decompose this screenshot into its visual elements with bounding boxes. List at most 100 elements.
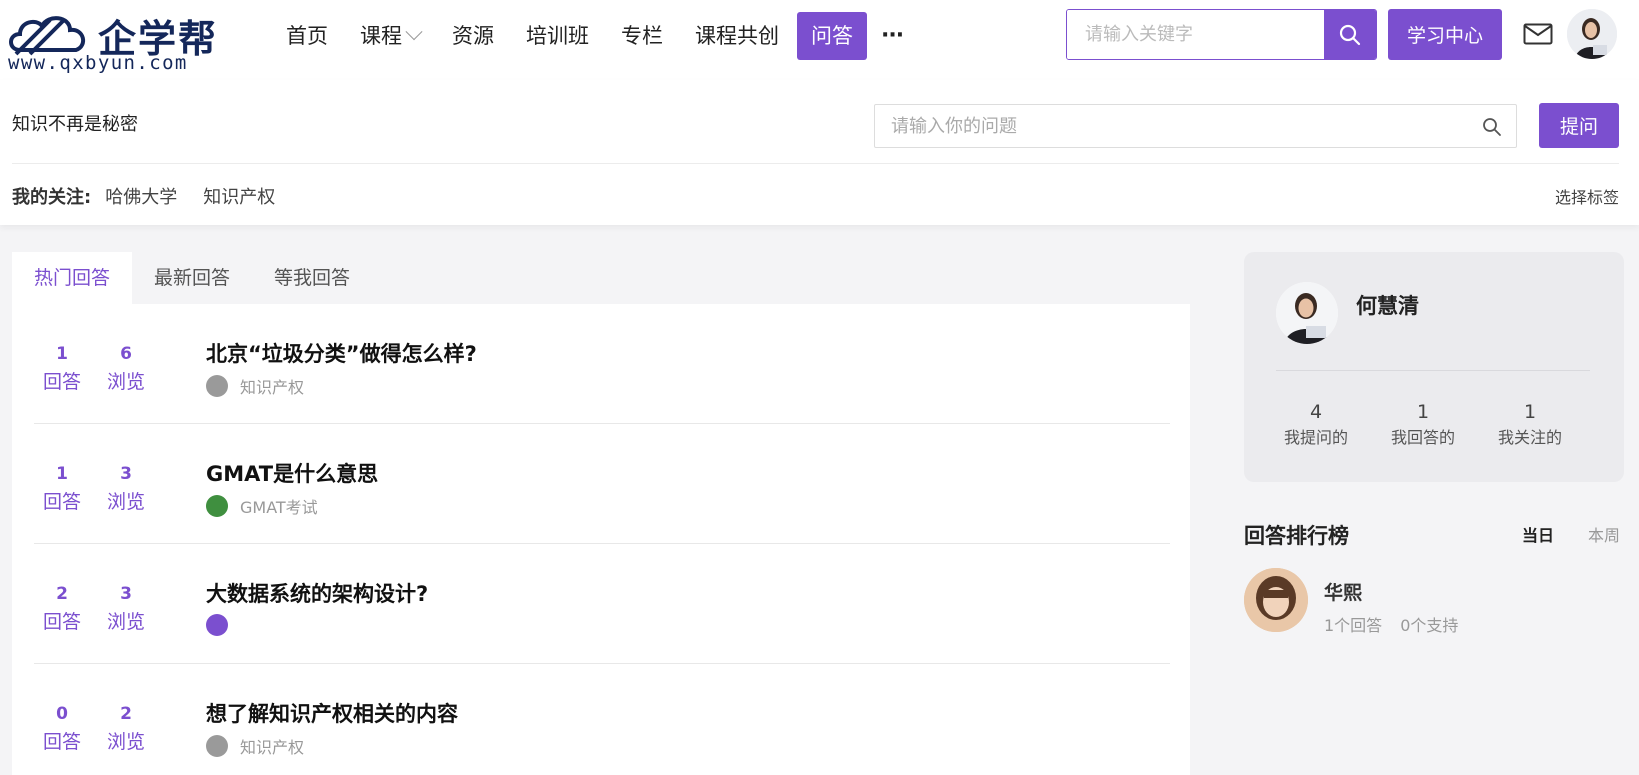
tag-icon: [206, 735, 228, 757]
question-title[interactable]: 北京“垃圾分类”做得怎么样?: [206, 338, 477, 368]
nav-courses[interactable]: 课程: [344, 12, 436, 60]
tab-waiting-answers[interactable]: 等我回答: [252, 252, 372, 304]
nav-qa-label: 问答: [811, 24, 853, 48]
stat-label: 我回答的: [1390, 428, 1455, 447]
question-tag[interactable]: GMAT考试: [206, 494, 318, 518]
profile-avatar[interactable]: [1276, 282, 1338, 344]
slogan: 知识不再是秘密: [12, 114, 138, 135]
answer-tabs: 热门回答 最新回答 等我回答: [12, 252, 1190, 304]
profile-avatar-image: [1276, 282, 1338, 344]
question-row: 2 回答 3 浏览 大数据系统的架构设计?: [34, 544, 1170, 664]
answer-count-label: 回答: [42, 611, 81, 633]
ask-question-button[interactable]: 提问: [1539, 103, 1619, 148]
nav-columns[interactable]: 专栏: [605, 12, 679, 60]
view-count: 2 浏览: [96, 700, 156, 756]
question-tag[interactable]: 知识产权: [206, 374, 304, 398]
ranking-answers: 1个回答: [1324, 616, 1383, 635]
nav-more-button[interactable]: ···: [867, 12, 917, 60]
user-avatar[interactable]: [1567, 9, 1617, 59]
nav-home-label: 首页: [286, 24, 328, 48]
question-tag-label: 知识产权: [240, 378, 305, 397]
nav-home[interactable]: 首页: [270, 12, 344, 60]
view-count-value: 3: [120, 584, 132, 604]
ranking-tab-week[interactable]: 本周: [1588, 522, 1620, 546]
nav-courses-label: 课程: [360, 24, 402, 48]
stat-my-questions[interactable]: 4 我提问的: [1266, 398, 1366, 450]
answer-count: 1 回答: [32, 460, 92, 516]
nav-co-create-label: 课程共创: [695, 24, 779, 48]
answer-count: 0 回答: [32, 700, 92, 756]
stat-my-follows[interactable]: 1 我关注的: [1480, 398, 1580, 450]
ranking-avatar-image: [1244, 568, 1308, 632]
stat-value: 1: [1523, 401, 1537, 423]
main-nav: 首页 课程 资源 培训班 专栏 课程共创 问答 ···: [270, 12, 917, 60]
user-avatar-image: [1567, 9, 1617, 59]
question-tag-label: 知识产权: [240, 738, 305, 757]
stat-my-answers[interactable]: 1 我回答的: [1373, 398, 1473, 450]
mail-icon[interactable]: [1523, 23, 1553, 45]
profile-card: 何慧清 4 我提问的 1 我回答的 1 我关注的: [1244, 252, 1624, 482]
answer-count-label: 回答: [42, 731, 81, 753]
search-icon[interactable]: [1482, 117, 1502, 137]
question-panel: 热门回答 最新回答 等我回答 1 回答 6 浏览 北京“垃圾分类”做得怎么样? …: [12, 252, 1190, 775]
nav-co-create[interactable]: 课程共创: [679, 12, 795, 60]
question-search: [874, 104, 1517, 148]
answer-count-value: 2: [56, 584, 68, 604]
nav-resources[interactable]: 资源: [436, 12, 510, 60]
follow-tag-ip[interactable]: 知识产权: [203, 183, 275, 209]
answer-count-value: 1: [56, 344, 68, 364]
view-count-value: 2: [120, 704, 132, 724]
ranking-tab-today[interactable]: 当日: [1522, 522, 1554, 546]
question-list: 1 回答 6 浏览 北京“垃圾分类”做得怎么样? 知识产权 1 回答 3 浏览: [34, 304, 1170, 775]
more-icon: ···: [881, 23, 904, 48]
answer-count-label: 回答: [42, 491, 81, 513]
learning-center-button[interactable]: 学习中心: [1388, 9, 1502, 60]
nav-qa[interactable]: 问答: [797, 12, 867, 60]
view-count-value: 6: [120, 344, 132, 364]
answer-count-label: 回答: [42, 371, 81, 393]
site-search-input[interactable]: [1067, 10, 1324, 59]
stat-value: 1: [1416, 401, 1430, 423]
follow-tag-harvard[interactable]: 哈佛大学: [105, 183, 177, 209]
chevron-down-icon: [405, 23, 423, 41]
site-search-button[interactable]: [1324, 10, 1376, 59]
ranking-avatar[interactable]: [1244, 568, 1308, 632]
stat-value: 4: [1309, 401, 1323, 423]
question-tag[interactable]: [206, 614, 240, 636]
view-count: 3 浏览: [96, 580, 156, 636]
choose-tag-link[interactable]: 选择标签: [1555, 184, 1619, 208]
question-title[interactable]: 想了解知识产权相关的内容: [206, 698, 458, 728]
answer-count: 1 回答: [32, 340, 92, 396]
tab-latest-answers[interactable]: 最新回答: [132, 252, 252, 304]
question-search-input[interactable]: [875, 105, 1465, 147]
view-count-label: 浏览: [106, 611, 145, 633]
question-title[interactable]: 大数据系统的架构设计?: [206, 578, 428, 608]
ranking-name[interactable]: 华熙: [1324, 578, 1362, 605]
tag-icon: [206, 375, 228, 397]
tag-icon: [206, 614, 228, 636]
question-row: 0 回答 2 浏览 想了解知识产权相关的内容 知识产权: [34, 664, 1170, 775]
view-count-label: 浏览: [106, 731, 145, 753]
answer-count-value: 0: [56, 704, 68, 724]
site-search: [1066, 9, 1377, 60]
question-tag[interactable]: 知识产权: [206, 734, 304, 758]
ranking-support: 0个支持: [1400, 616, 1459, 635]
view-count-value: 3: [120, 464, 132, 484]
search-icon: [1339, 24, 1361, 45]
nav-resources-label: 资源: [452, 24, 494, 48]
question-row: 1 回答 3 浏览 GMAT是什么意思 GMAT考试: [34, 424, 1170, 544]
nav-training[interactable]: 培训班: [510, 12, 605, 60]
question-title[interactable]: GMAT是什么意思: [206, 458, 378, 488]
answer-count-value: 1: [56, 464, 68, 484]
stat-label: 我提问的: [1283, 428, 1348, 447]
stat-label: 我关注的: [1497, 428, 1562, 447]
divider: [12, 163, 1619, 164]
ranking-title: 回答排行榜: [1244, 524, 1349, 548]
top-navbar: 企学帮 www.qxbyun.com 首页 课程 资源 培训班 专栏 课程共创 …: [0, 0, 1639, 80]
view-count-label: 浏览: [106, 491, 145, 513]
answer-count: 2 回答: [32, 580, 92, 636]
tab-hot-answers[interactable]: 热门回答: [12, 252, 133, 304]
site-logo[interactable]: 企学帮 www.qxbyun.com: [6, 8, 246, 74]
qa-subheader: 知识不再是秘密 提问 我的关注: 哈佛大学 知识产权 选择标签: [0, 80, 1639, 225]
question-tag-label: GMAT考试: [240, 498, 318, 517]
